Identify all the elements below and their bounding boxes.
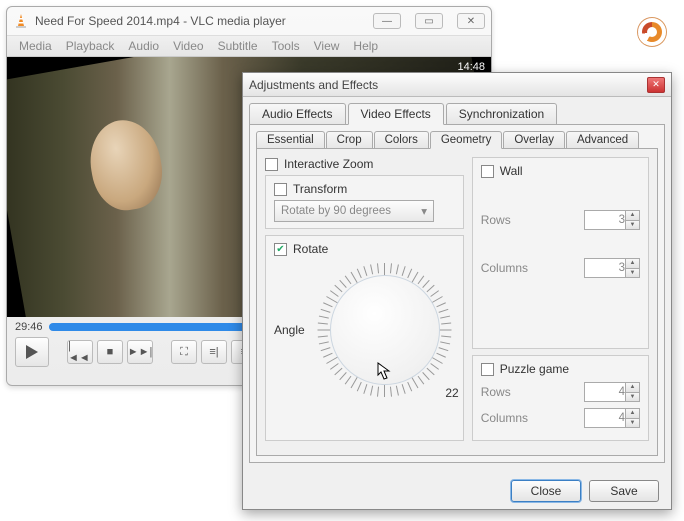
dialog-title: Adjustments and Effects [249, 78, 378, 92]
checkbox-icon [481, 363, 494, 376]
interactive-zoom-label: Interactive Zoom [284, 157, 373, 171]
dialog-tabs: Audio Effects Video Effects Synchronizat… [243, 97, 671, 124]
wall-checkbox[interactable]: Wall [481, 164, 640, 178]
wall-rows-label: Rows [481, 213, 511, 227]
puzzle-rows-spinner[interactable]: 4▲▼ [584, 382, 640, 402]
wall-rows-spinner[interactable]: 3▲▼ [584, 210, 640, 230]
checkbox-icon [481, 165, 494, 178]
tab-video-effects[interactable]: Video Effects [348, 103, 444, 125]
minimize-button[interactable]: — [373, 13, 401, 29]
subtab-crop[interactable]: Crop [326, 131, 373, 148]
menu-video[interactable]: Video [173, 39, 203, 53]
wall-cols-spinner[interactable]: 3▲▼ [584, 258, 640, 278]
titlebar[interactable]: Need For Speed 2014.mp4 - VLC media play… [7, 7, 491, 35]
close-button[interactable]: ✕ [457, 13, 485, 29]
puzzle-cols-label: Columns [481, 411, 528, 425]
puzzle-label: Puzzle game [500, 362, 569, 376]
rotate-label: Rotate [293, 242, 328, 256]
puzzle-checkbox[interactable]: Puzzle game [481, 362, 640, 376]
puzzle-rows-label: Rows [481, 385, 511, 399]
transform-checkbox[interactable]: Transform [274, 182, 455, 196]
tab-audio-effects[interactable]: Audio Effects [249, 103, 346, 124]
save-button[interactable]: Save [589, 480, 659, 502]
interactive-zoom-checkbox[interactable]: Interactive Zoom [265, 157, 464, 171]
angle-dial[interactable]: 22 [315, 260, 455, 400]
window-title: Need For Speed 2014.mp4 - VLC media play… [35, 14, 286, 28]
effects-dialog: Adjustments and Effects ✕ Audio Effects … [242, 72, 672, 510]
play-button[interactable] [15, 337, 49, 367]
subtab-colors[interactable]: Colors [374, 131, 429, 148]
wall-label: Wall [500, 164, 523, 178]
checkbox-icon [274, 183, 287, 196]
ext-settings-button[interactable]: ≡| [201, 340, 227, 364]
menu-media[interactable]: Media [19, 39, 52, 53]
prev-button[interactable]: |◄◄ [67, 340, 93, 364]
maximize-button[interactable]: ▭ [415, 13, 443, 29]
menu-bar: Media Playback Audio Video Subtitle Tool… [7, 35, 491, 57]
cursor-icon [377, 362, 393, 382]
tab-synchronization[interactable]: Synchronization [446, 103, 557, 124]
menu-subtitle[interactable]: Subtitle [218, 39, 258, 53]
next-button[interactable]: ►►| [127, 340, 153, 364]
decorative-circle-icon [638, 18, 666, 46]
checkbox-icon [265, 158, 278, 171]
subtab-overlay[interactable]: Overlay [503, 131, 565, 148]
menu-help[interactable]: Help [353, 39, 378, 53]
vlc-cone-icon [13, 13, 29, 29]
puzzle-cols-spinner[interactable]: 4▲▼ [584, 408, 640, 428]
wall-cols-label: Columns [481, 261, 528, 275]
menu-view[interactable]: View [314, 39, 340, 53]
transform-label: Transform [293, 182, 347, 196]
video-effects-subtabs: Essential Crop Colors Geometry Overlay A… [256, 131, 658, 148]
dialog-close-button[interactable]: ✕ [647, 77, 665, 93]
transform-select[interactable]: Rotate by 90 degrees ▾ [274, 200, 434, 222]
chevron-down-icon: ▾ [421, 204, 427, 218]
close-button[interactable]: Close [511, 480, 581, 502]
menu-playback[interactable]: Playback [66, 39, 115, 53]
subtab-advanced[interactable]: Advanced [566, 131, 639, 148]
angle-value: 22 [445, 386, 458, 400]
transform-option: Rotate by 90 degrees [281, 205, 391, 217]
fullscreen-button[interactable]: ⛶ [171, 340, 197, 364]
angle-label: Angle [274, 323, 305, 337]
rotate-checkbox[interactable]: ✔ Rotate [274, 242, 455, 256]
menu-tools[interactable]: Tools [272, 39, 300, 53]
subtab-essential[interactable]: Essential [256, 131, 325, 148]
dialog-titlebar[interactable]: Adjustments and Effects ✕ [243, 73, 671, 97]
stop-button[interactable]: ■ [97, 340, 123, 364]
menu-audio[interactable]: Audio [128, 39, 159, 53]
elapsed-time[interactable]: 29:46 [15, 321, 43, 333]
subtab-geometry[interactable]: Geometry [430, 131, 503, 149]
checkbox-icon: ✔ [274, 243, 287, 256]
